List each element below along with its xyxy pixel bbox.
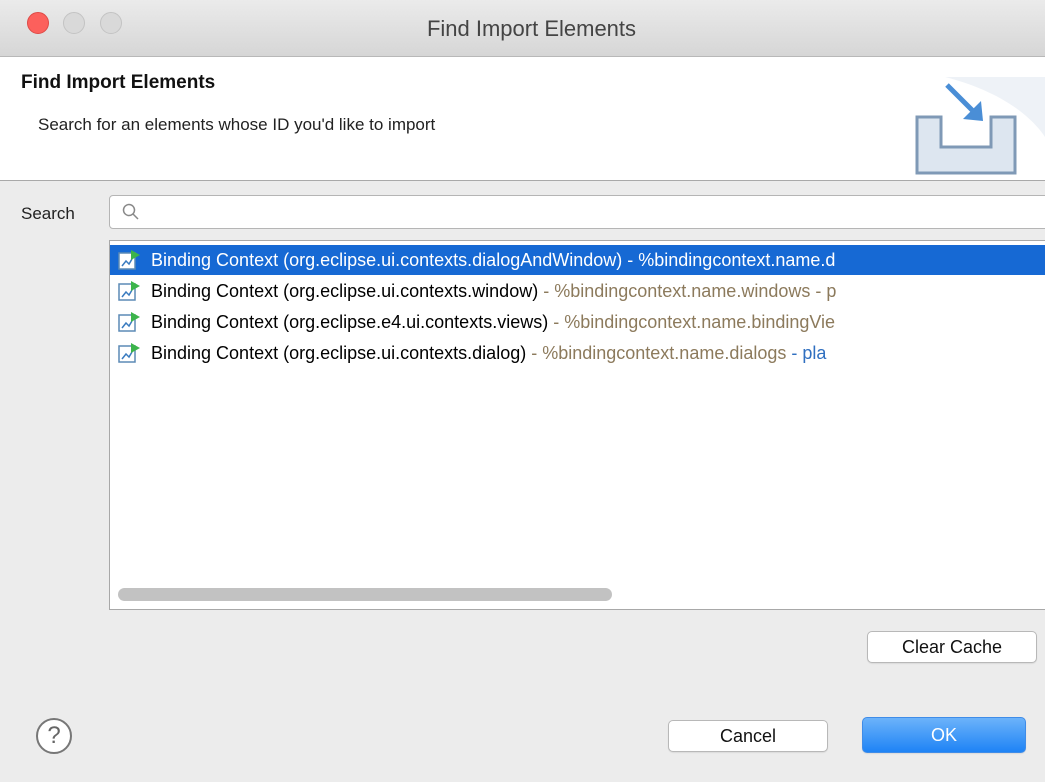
import-wizard-icon <box>915 77 1045 175</box>
window-title: Find Import Elements <box>426 16 637 41</box>
header-title: Find Import Elements <box>21 72 216 93</box>
search-label: Search <box>21 204 75 223</box>
results-list[interactable]: Binding Context (org.eclipse.ui.contexts… <box>109 240 1045 610</box>
title-bar: Find Import Elements <box>0 0 1045 57</box>
cancel-button[interactable]: Cancel <box>668 720 828 752</box>
binding-context-icon <box>118 281 140 301</box>
ok-button[interactable]: OK <box>862 717 1026 753</box>
help-icon[interactable]: ? <box>36 718 72 754</box>
search-field[interactable] <box>109 195 1045 229</box>
binding-context-icon <box>118 343 140 363</box>
dialog-header: Find Import Elements Search for an eleme… <box>0 57 1045 181</box>
list-item[interactable]: Binding Context (org.eclipse.ui.contexts… <box>110 245 1045 275</box>
horizontal-scrollbar[interactable] <box>118 588 612 601</box>
clear-cache-button[interactable]: Clear Cache <box>867 631 1037 663</box>
list-item[interactable]: Binding Context (org.eclipse.ui.contexts… <box>110 276 1045 306</box>
binding-context-icon <box>118 250 140 270</box>
search-icon <box>122 203 139 220</box>
search-input[interactable] <box>148 200 1032 226</box>
list-item[interactable]: Binding Context (org.eclipse.ui.contexts… <box>110 338 1045 368</box>
header-description: Search for an elements whose ID you'd li… <box>38 115 436 134</box>
list-item[interactable]: Binding Context (org.eclipse.e4.ui.conte… <box>110 307 1045 337</box>
binding-context-icon <box>118 312 140 332</box>
